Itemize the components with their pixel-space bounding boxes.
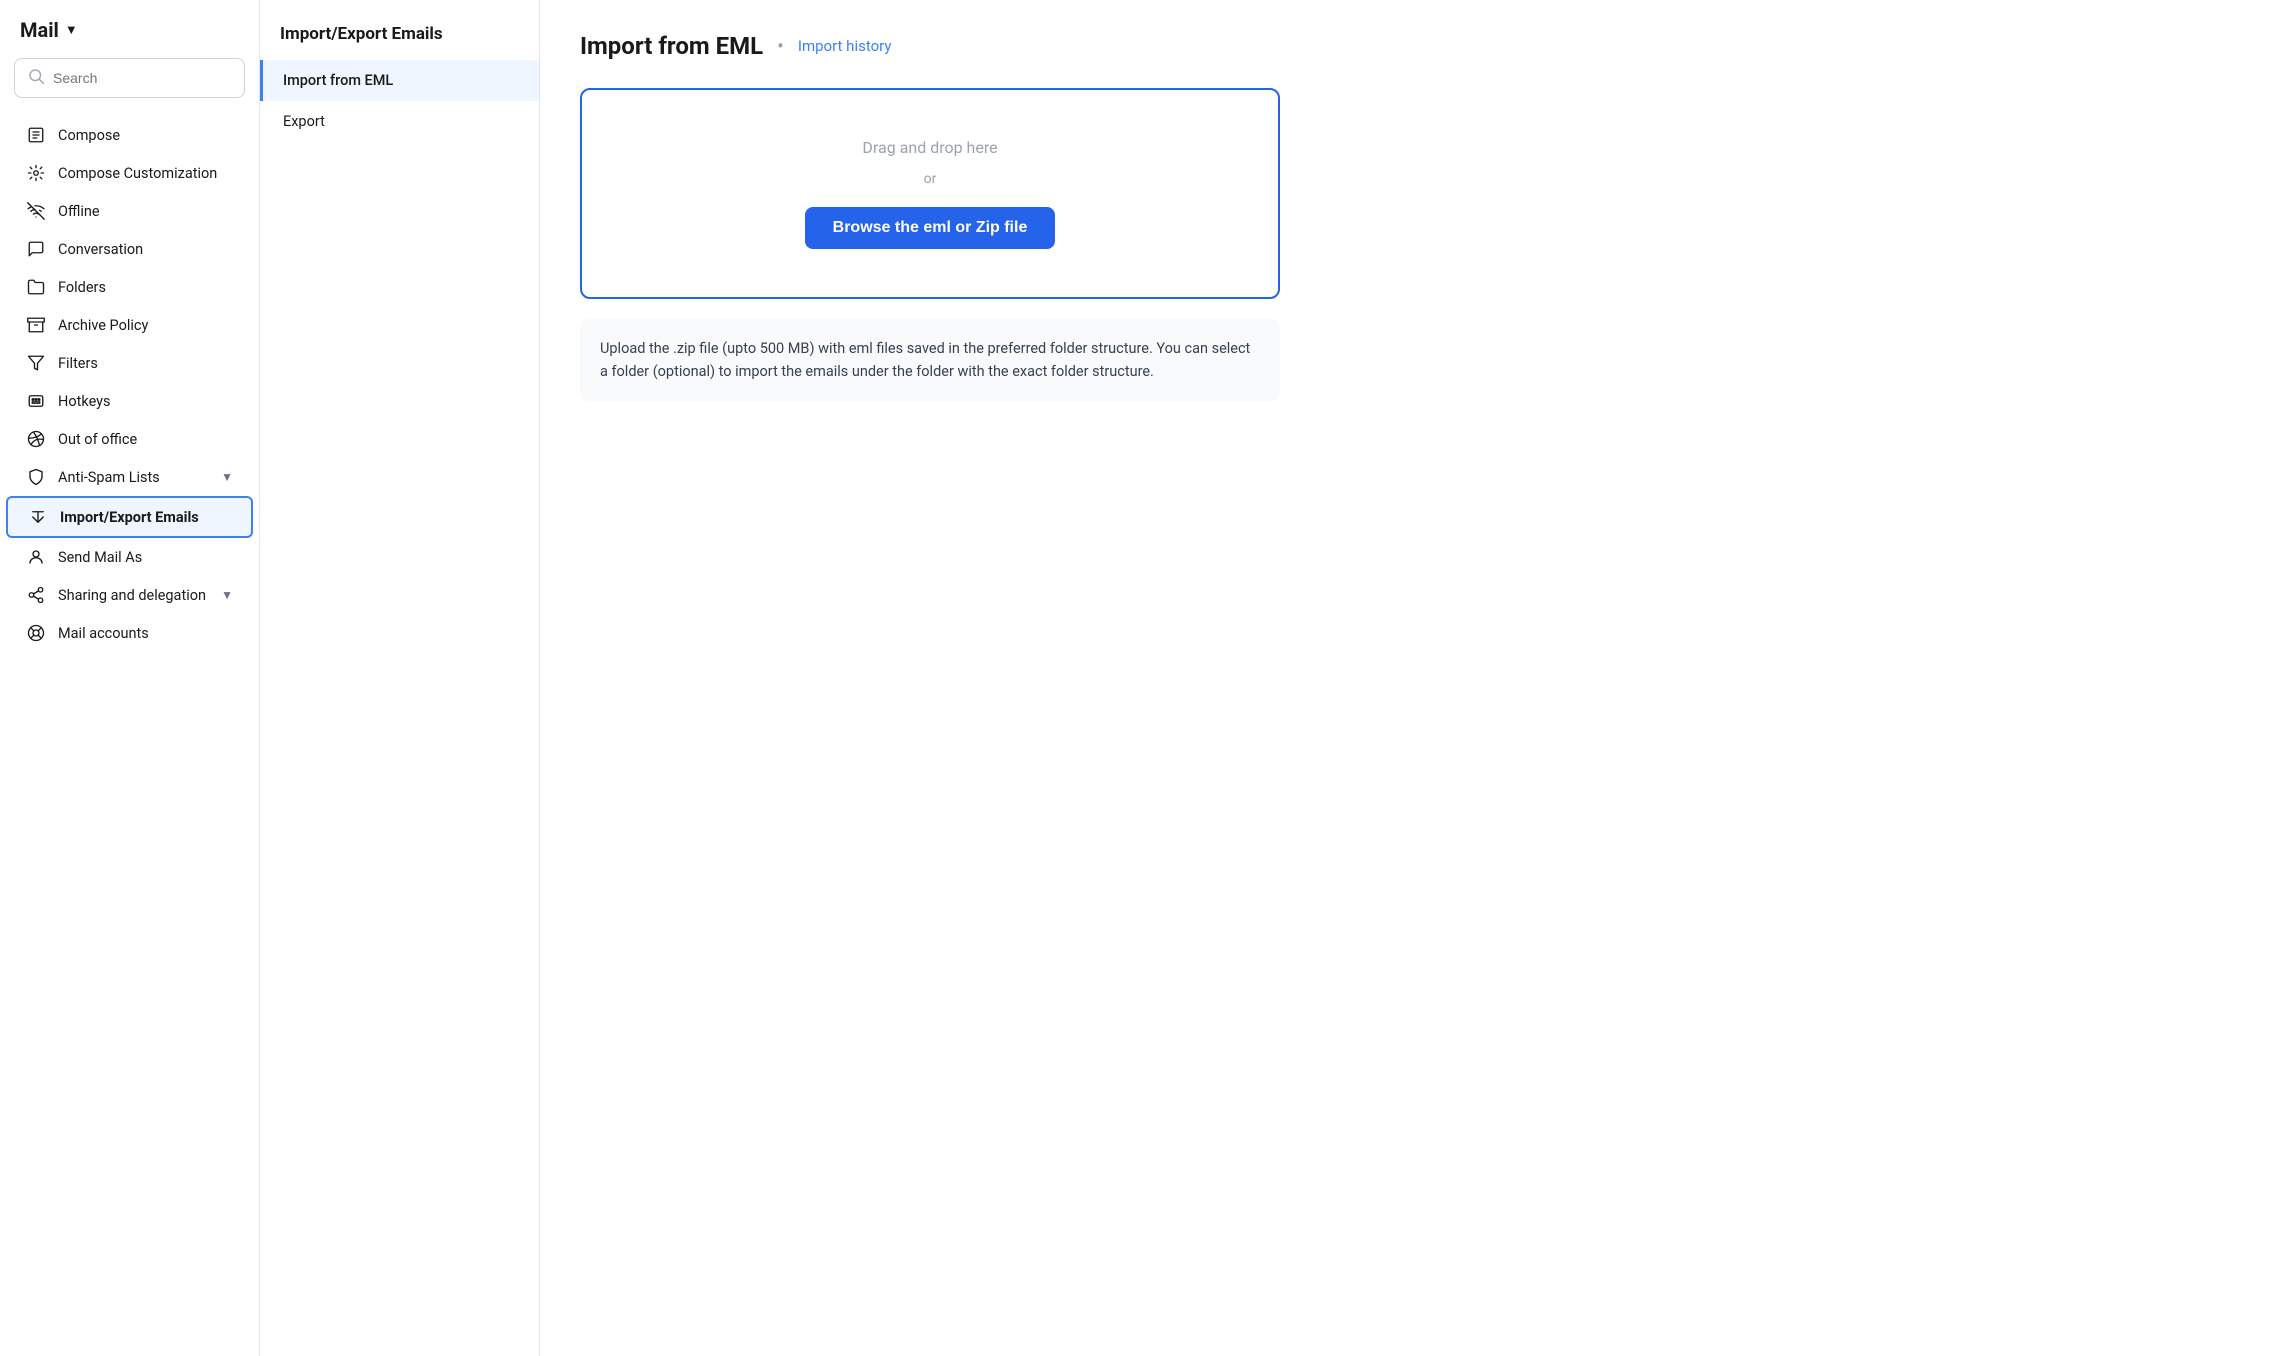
- browse-button[interactable]: Browse the eml or Zip file: [805, 207, 1056, 249]
- offline-icon: [26, 202, 46, 220]
- mail-accounts-icon: [26, 624, 46, 642]
- app-title-chevron: ▼: [65, 22, 78, 38]
- app-title-text: Mail: [20, 18, 59, 42]
- page-title: Import from EML: [580, 32, 763, 60]
- header-dot: •: [777, 34, 784, 58]
- compose-customization-icon: [26, 164, 46, 182]
- sidebar: Mail ▼ Compose Compose Customization Off…: [0, 0, 260, 1356]
- sidebar-label-anti-spam: Anti-Spam Lists: [58, 469, 209, 486]
- sidebar-item-folders[interactable]: Folders: [6, 268, 253, 306]
- info-text: Upload the .zip file (upto 500 MB) with …: [600, 337, 1260, 383]
- sidebar-item-import-export[interactable]: Import/Export Emails: [6, 496, 253, 538]
- sidebar-item-conversation[interactable]: Conversation: [6, 230, 253, 268]
- main-content: Import from EML • Import history Drag an…: [540, 0, 2292, 1356]
- sidebar-item-send-mail-as[interactable]: Send Mail As: [6, 538, 253, 576]
- or-text: or: [622, 171, 1238, 187]
- sidebar-item-archive-policy[interactable]: Archive Policy: [6, 306, 253, 344]
- filters-icon: [26, 354, 46, 372]
- send-mail-as-icon: [26, 548, 46, 566]
- sidebar-label-sharing: Sharing and delegation: [58, 587, 209, 604]
- sidebar-label-out-of-office: Out of office: [58, 431, 233, 448]
- sidebar-label-compose-customization: Compose Customization: [58, 165, 233, 182]
- sidebar-item-mail-accounts[interactable]: Mail accounts: [6, 614, 253, 652]
- sharing-icon: [26, 586, 46, 604]
- app-title[interactable]: Mail ▼: [0, 18, 259, 58]
- drop-zone[interactable]: Drag and drop here or Browse the eml or …: [580, 88, 1280, 299]
- archive-icon: [26, 316, 46, 334]
- sharing-chevron: ▼: [221, 588, 233, 602]
- out-of-office-icon: [26, 430, 46, 448]
- folders-icon: [26, 278, 46, 296]
- sidebar-label-hotkeys: Hotkeys: [58, 393, 233, 410]
- anti-spam-chevron: ▼: [221, 470, 233, 484]
- middle-panel-title: Import/Export Emails: [260, 24, 539, 60]
- sidebar-label-filters: Filters: [58, 355, 233, 372]
- drag-drop-text: Drag and drop here: [622, 138, 1238, 157]
- anti-spam-icon: [26, 468, 46, 486]
- sidebar-item-sharing[interactable]: Sharing and delegation ▼: [6, 576, 253, 614]
- sidebar-item-anti-spam[interactable]: Anti-Spam Lists ▼: [6, 458, 253, 496]
- sidebar-label-send-mail-as: Send Mail As: [58, 549, 233, 566]
- main-header: Import from EML • Import history: [580, 32, 2252, 60]
- info-box: Upload the .zip file (upto 500 MB) with …: [580, 319, 1280, 401]
- search-icon: [27, 67, 45, 89]
- sidebar-item-offline[interactable]: Offline: [6, 192, 253, 230]
- sidebar-label-mail-accounts: Mail accounts: [58, 625, 233, 642]
- import-export-icon: [28, 508, 48, 526]
- search-input[interactable]: [53, 70, 232, 86]
- compose-icon: [26, 126, 46, 144]
- sidebar-label-import-export: Import/Export Emails: [60, 509, 231, 526]
- sidebar-label-offline: Offline: [58, 203, 233, 220]
- middle-item-export[interactable]: Export: [260, 101, 539, 142]
- sidebar-item-compose-customization[interactable]: Compose Customization: [6, 154, 253, 192]
- sidebar-label-conversation: Conversation: [58, 241, 233, 258]
- sidebar-label-archive-policy: Archive Policy: [58, 317, 233, 334]
- conversation-icon: [26, 240, 46, 258]
- search-box[interactable]: [14, 58, 245, 98]
- sidebar-item-hotkeys[interactable]: Hotkeys: [6, 382, 253, 420]
- sidebar-item-filters[interactable]: Filters: [6, 344, 253, 382]
- sidebar-label-folders: Folders: [58, 279, 233, 296]
- middle-item-import-eml[interactable]: Import from EML: [260, 60, 539, 101]
- sidebar-label-compose: Compose: [58, 127, 233, 144]
- sidebar-item-compose[interactable]: Compose: [6, 116, 253, 154]
- middle-panel: Import/Export Emails Import from EML Exp…: [260, 0, 540, 1356]
- sidebar-item-out-of-office[interactable]: Out of office: [6, 420, 253, 458]
- import-history-link[interactable]: Import history: [798, 37, 892, 55]
- hotkeys-icon: [26, 392, 46, 410]
